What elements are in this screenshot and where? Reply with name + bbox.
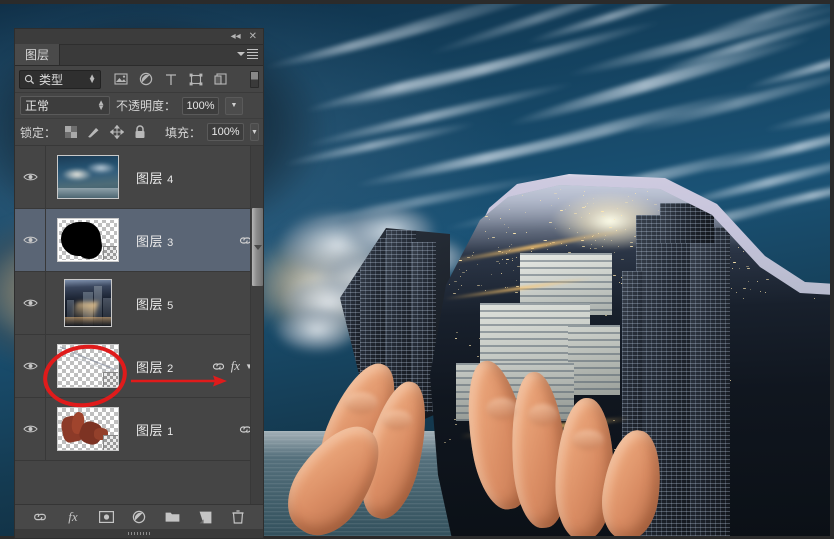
lock-image-pixels-icon[interactable] — [87, 125, 101, 139]
eye-icon — [23, 172, 38, 182]
layers-panel-toolbar[interactable]: fx — [15, 504, 263, 529]
filter-enable-switch[interactable] — [250, 71, 259, 88]
lock-transparent-pixels-icon[interactable] — [64, 125, 78, 139]
eye-icon — [23, 361, 38, 371]
close-icon[interactable]: ✕ — [249, 32, 257, 42]
blend-mode-select[interactable]: 正常 ▲ ▼ — [20, 96, 110, 115]
layer-name-label[interactable]: 图层 3 — [130, 231, 238, 250]
eye-icon — [23, 424, 38, 434]
layer-thumbnail-cell[interactable] — [46, 279, 130, 327]
eye-icon — [23, 235, 38, 245]
layer-name-number: 5 — [167, 300, 174, 312]
red-pointer-arrow — [131, 373, 227, 389]
link-icon[interactable] — [211, 362, 226, 371]
layer-visibility-toggle[interactable] — [15, 335, 46, 397]
tab-layers[interactable]: 图层 — [15, 44, 60, 65]
collapse-icon[interactable]: ◂◂ — [231, 32, 241, 42]
blend-mode-arrows: ▲ ▼ — [97, 101, 105, 110]
lock-fill-row[interactable]: 锁定： 填充： 100% ▼ — [15, 119, 263, 145]
fill-label: 填充： — [165, 124, 201, 141]
search-icon — [24, 74, 35, 85]
lock-all-icon[interactable] — [133, 125, 147, 139]
lock-label: 锁定： — [20, 124, 56, 141]
window-border-top — [0, 0, 834, 4]
fill-stepper[interactable]: ▼ — [250, 123, 259, 141]
panel-resize-grip[interactable] — [15, 529, 263, 538]
new-layer-icon[interactable] — [197, 509, 213, 525]
layer-thumbnail-sky-sea-background[interactable] — [57, 155, 119, 199]
layer-name-cn: 图层 — [136, 423, 163, 438]
window-border-right — [830, 0, 834, 539]
panel-menu-icon[interactable] — [237, 49, 258, 59]
layer-visibility-toggle[interactable] — [15, 209, 46, 271]
layer-visibility-toggle[interactable] — [15, 146, 46, 208]
fill-value[interactable]: 100% — [207, 123, 244, 141]
delete-layer-icon[interactable] — [230, 509, 246, 525]
app-window: ◂◂ ✕ 图层 类型 ▲ ▼ 正常 ▲ ▼ 不透明度： 100% ▼ 锁定： 填… — [0, 0, 834, 539]
layer-name-cn: 图层 — [136, 171, 163, 186]
filter-type-arrows: ▲ ▼ — [88, 75, 96, 84]
shape-layer-filter-icon[interactable] — [188, 72, 203, 87]
layer-visibility-toggle[interactable] — [15, 398, 46, 460]
layer-name-cn: 图层 — [136, 297, 163, 312]
tab-layers-label: 图层 — [25, 46, 49, 63]
layer-thumbnail-city-night-street[interactable] — [64, 279, 112, 327]
layer-thumbnail-cell[interactable] — [46, 218, 130, 262]
layer-list[interactable]: 图层 4图层 3↲图层 5图层 2fx▼图层 1 — [15, 145, 263, 504]
eye-icon — [23, 298, 38, 308]
layer-name-number: 4 — [167, 174, 174, 186]
scrollbar-thumb[interactable] — [252, 208, 263, 286]
opacity-value[interactable]: 100% — [182, 97, 219, 115]
layer-thumbnail-hands-cutout[interactable] — [57, 407, 119, 451]
smart-object-filter-icon[interactable] — [213, 72, 228, 87]
panel-tab-bar[interactable]: 图层 — [15, 45, 263, 66]
new-group-icon[interactable] — [164, 509, 180, 525]
add-mask-icon[interactable] — [98, 509, 114, 525]
layer-row-图层-3[interactable]: 图层 3 — [15, 209, 263, 272]
filter-type-select[interactable]: 类型 ▲ ▼ — [19, 70, 101, 89]
layer-name-number: 3 — [167, 237, 174, 249]
opacity-stepper[interactable]: ▼ — [225, 97, 243, 115]
layer-mask-thumbnail-icon[interactable] — [103, 435, 119, 451]
layer-row-图层-5[interactable]: ↲图层 5 — [15, 272, 263, 335]
layer-row-图层-4[interactable]: 图层 4 — [15, 146, 263, 209]
link-layers-icon[interactable] — [32, 509, 48, 525]
layer-name-label[interactable]: 图层 1 — [130, 420, 238, 439]
lock-position-icon[interactable] — [110, 125, 124, 139]
link-icon — [211, 362, 226, 371]
hamburger-icon — [247, 49, 258, 59]
layer-visibility-toggle[interactable] — [15, 272, 46, 334]
fx-icon[interactable]: fx — [231, 358, 240, 374]
layer-name-label[interactable]: 图层 5 — [130, 294, 253, 313]
layer-list-scrollbar[interactable] — [250, 146, 263, 504]
filter-type-label: 类型 — [39, 71, 63, 88]
fx-icon[interactable]: fx — [65, 509, 81, 525]
layers-panel[interactable]: ◂◂ ✕ 图层 类型 ▲ ▼ 正常 ▲ ▼ 不透明度： 100% ▼ 锁定： 填… — [14, 28, 264, 539]
pixel-layer-filter-icon[interactable] — [113, 72, 128, 87]
layer-thumbnail-cell[interactable] — [46, 155, 130, 199]
type-layer-filter-icon[interactable] — [163, 72, 178, 87]
layer-name-number: 1 — [167, 426, 174, 438]
adjustment-layer-filter-icon[interactable] — [138, 72, 153, 87]
layer-row-图层-1[interactable]: 图层 1 — [15, 398, 263, 461]
lock-icon-group[interactable] — [64, 125, 147, 139]
blend-opacity-row[interactable]: 正常 ▲ ▼ 不透明度： 100% ▼ — [15, 93, 263, 119]
layer-thumbnail-cell[interactable] — [46, 407, 130, 451]
blend-mode-value: 正常 — [25, 97, 49, 114]
layer-thumbnail-black-blob-cutout[interactable] — [57, 218, 119, 262]
panel-titlebar[interactable]: ◂◂ ✕ — [15, 29, 263, 45]
filter-icon-group[interactable] — [113, 72, 228, 87]
chevron-down-icon — [237, 52, 245, 56]
layer-name-cn: 图层 — [136, 234, 163, 249]
layer-name-label[interactable]: 图层 4 — [130, 168, 253, 187]
opacity-label: 不透明度： — [116, 97, 176, 114]
new-adjustment-icon[interactable] — [131, 509, 147, 525]
layer-mask-thumbnail-icon[interactable] — [103, 246, 119, 262]
layer-filter-row[interactable]: 类型 ▲ ▼ — [15, 66, 263, 93]
